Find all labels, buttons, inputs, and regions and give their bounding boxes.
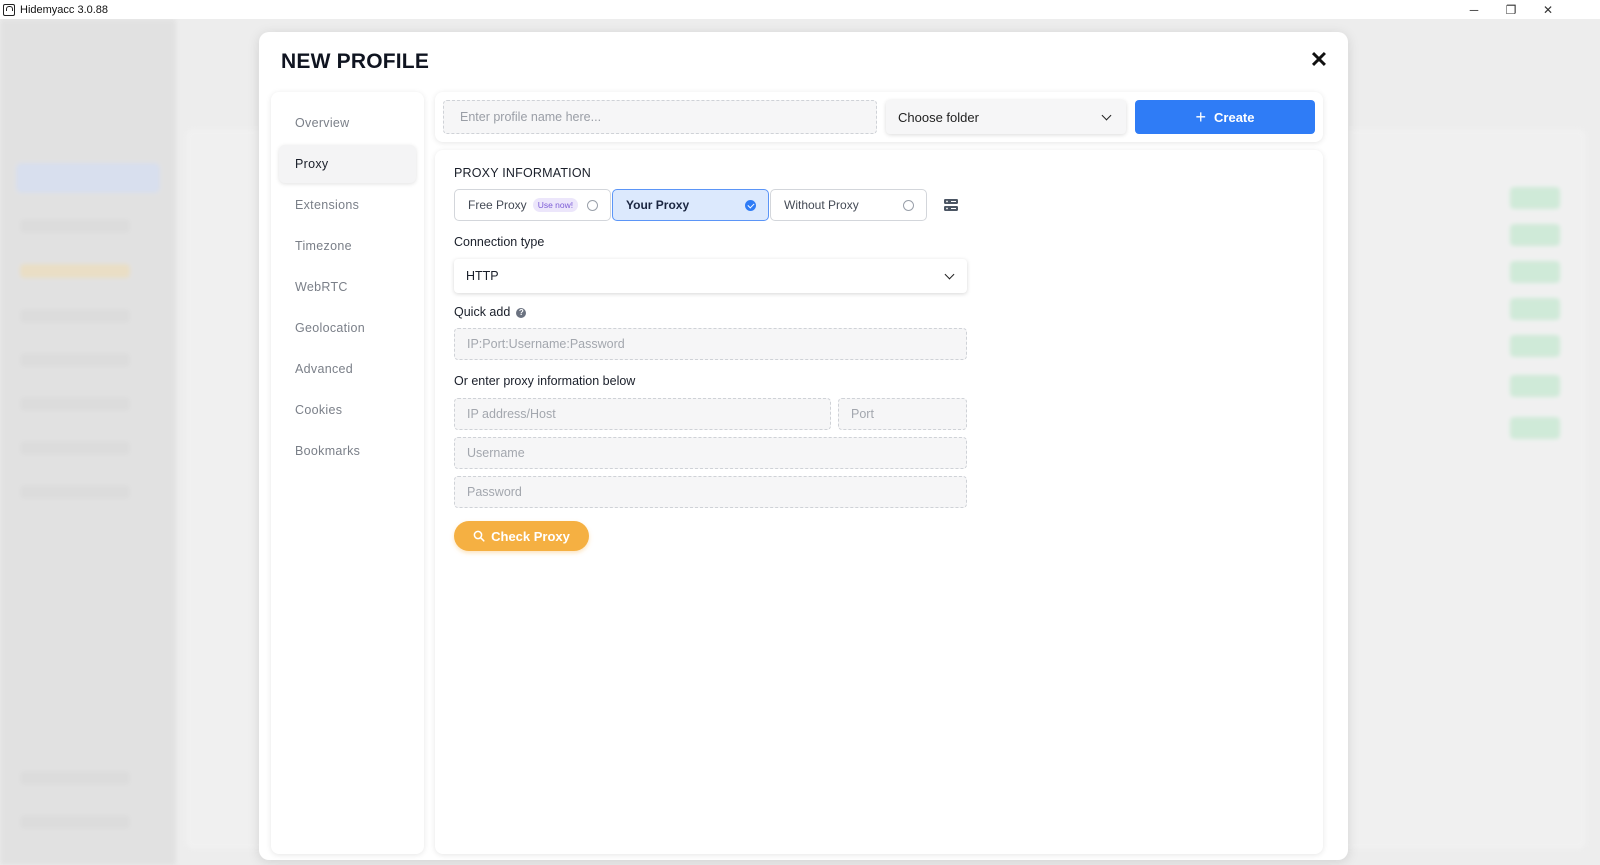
background-sidebar (0, 19, 176, 865)
tab-timezone[interactable]: Timezone (279, 227, 416, 265)
create-button-label: Create (1214, 109, 1255, 125)
tab-extensions[interactable]: Extensions (279, 186, 416, 224)
radio-icon (903, 199, 914, 211)
app-logo-icon (3, 3, 15, 16)
background-nav-item (20, 264, 130, 278)
background-nav-item (20, 815, 130, 829)
modal-title: NEW PROFILE (281, 50, 430, 73)
tab-webrtc[interactable]: WebRTC (279, 268, 416, 306)
check-proxy-label: Check Proxy (491, 528, 570, 544)
manual-entry-label: Or enter proxy information below (454, 374, 636, 388)
use-now-badge: Use now! (532, 198, 579, 212)
window-close-button[interactable]: ✕ (1530, 0, 1566, 19)
check-proxy-button[interactable]: Check Proxy (454, 521, 589, 551)
tab-cookies[interactable]: Cookies (279, 391, 416, 429)
background-run-button (1510, 187, 1560, 209)
port-input[interactable] (838, 398, 967, 430)
radio-icon (587, 199, 598, 211)
connection-type-label: Connection type (454, 235, 545, 249)
radio-checked-icon (745, 199, 756, 211)
proxy-type-label: Without Proxy (784, 198, 859, 212)
section-title: PROXY INFORMATION (454, 166, 591, 180)
quick-add-label-text: Quick add (454, 305, 511, 319)
background-new-profile-button (16, 163, 160, 193)
proxy-manager-server-icon[interactable] (943, 197, 959, 213)
background-nav-item (20, 219, 130, 233)
background-run-button (1510, 261, 1560, 283)
background-nav-item (20, 309, 130, 323)
background-run-button (1510, 224, 1560, 246)
username-input[interactable] (454, 437, 967, 469)
background-run-button (1510, 417, 1560, 439)
connection-type-select[interactable]: HTTP (454, 259, 967, 293)
background-nav-item (20, 441, 130, 455)
create-profile-button[interactable]: + Create (1135, 100, 1315, 134)
background-run-button (1510, 298, 1560, 320)
connection-type-value: HTTP (466, 269, 499, 283)
proxy-type-free[interactable]: Free Proxy Use now! (454, 189, 611, 221)
close-modal-button[interactable]: ✕ (1309, 47, 1329, 72)
proxy-settings-panel: PROXY INFORMATION Free Proxy Use now! Yo… (435, 150, 1323, 854)
profile-name-input[interactable] (443, 100, 877, 134)
new-profile-modal: NEW PROFILE ✕ Overview Proxy Extensions … (259, 32, 1348, 860)
proxy-type-label: Free Proxy (468, 198, 527, 212)
tab-bookmarks[interactable]: Bookmarks (279, 432, 416, 470)
restore-button[interactable]: ❐ (1493, 0, 1529, 19)
chevron-down-icon (944, 269, 955, 280)
password-input[interactable] (454, 476, 967, 508)
quick-add-input[interactable] (454, 328, 967, 360)
chevron-down-icon (1101, 110, 1112, 121)
tab-advanced[interactable]: Advanced (279, 350, 416, 388)
profile-top-bar: Choose folder + Create (435, 92, 1323, 142)
folder-select-value: Choose folder (898, 109, 979, 125)
folder-select[interactable]: Choose folder (886, 100, 1126, 134)
host-input[interactable] (454, 398, 831, 430)
proxy-type-without[interactable]: Without Proxy (770, 189, 927, 221)
help-icon[interactable]: ? (516, 307, 527, 318)
background-nav-item (20, 353, 130, 367)
background-nav-item (20, 397, 130, 411)
proxy-type-your-proxy[interactable]: Your Proxy (612, 189, 769, 221)
background-nav-item (20, 771, 130, 785)
proxy-type-label: Your Proxy (626, 198, 690, 212)
plus-icon: + (1195, 107, 1207, 127)
background-nav-item (20, 485, 130, 499)
window-titlebar: Hidemyacc 3.0.88 ─ ❐ ✕ (0, 0, 1600, 19)
background-run-button (1510, 375, 1560, 397)
search-icon (473, 530, 485, 542)
settings-tab-list: Overview Proxy Extensions Timezone WebRT… (271, 92, 424, 854)
quick-add-label: Quick add? (454, 305, 527, 319)
tab-overview[interactable]: Overview (279, 104, 416, 142)
tab-geolocation[interactable]: Geolocation (279, 309, 416, 347)
window-title: Hidemyacc 3.0.88 (20, 3, 109, 16)
tab-proxy[interactable]: Proxy (279, 145, 416, 183)
minimize-button[interactable]: ─ (1456, 0, 1492, 19)
background-run-button (1510, 335, 1560, 357)
